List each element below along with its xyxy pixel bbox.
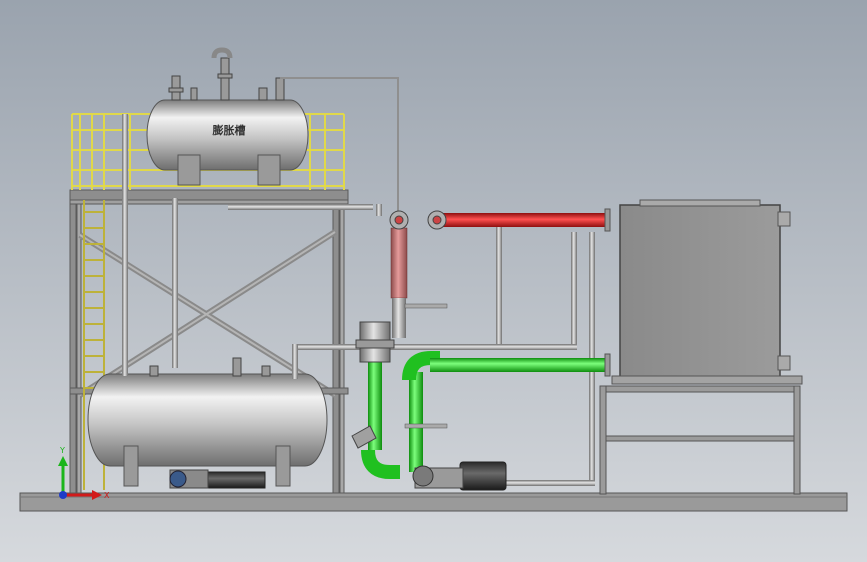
heat-exchanger bbox=[611, 199, 803, 385]
tank-label: 膨胀槽 bbox=[212, 123, 246, 137]
pump-motor-left bbox=[169, 469, 266, 489]
x-axis-label: X bbox=[104, 491, 110, 500]
base-skid bbox=[19, 492, 848, 512]
equipment-drawing: 膨胀槽 Y X bbox=[0, 0, 867, 562]
valve-assembly bbox=[355, 321, 395, 363]
y-axis-label: Y bbox=[59, 446, 65, 455]
